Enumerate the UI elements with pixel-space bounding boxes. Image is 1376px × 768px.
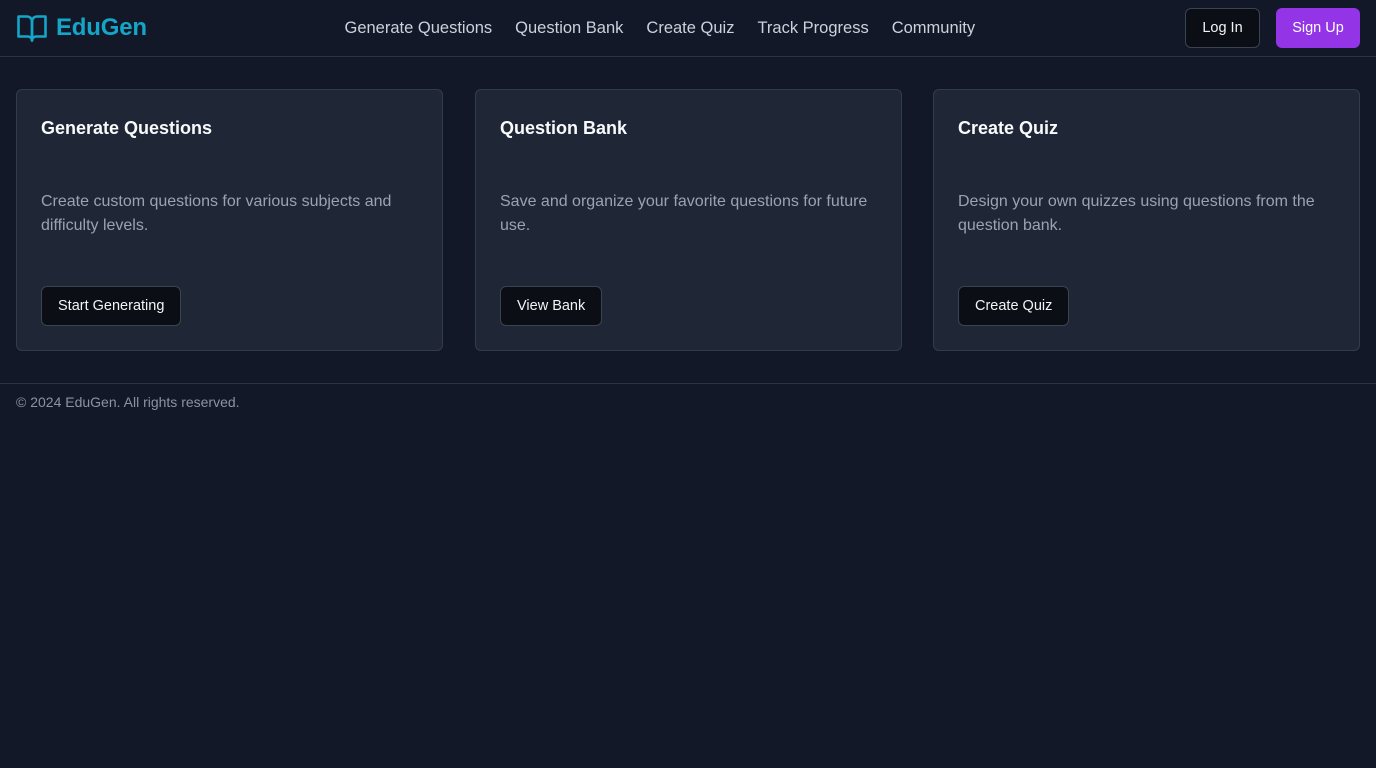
main-nav: Generate Questions Question Bank Create … — [333, 16, 987, 40]
nav-link-track-progress[interactable]: Track Progress — [746, 16, 880, 40]
card-description: Create custom questions for various subj… — [41, 193, 392, 234]
copyright-text: © 2024 EduGen. All rights reserved. — [16, 394, 240, 410]
nav-link-create-quiz[interactable]: Create Quiz — [635, 16, 746, 40]
create-quiz-button[interactable]: Create Quiz — [958, 286, 1070, 326]
nav-link-question-bank[interactable]: Question Bank — [504, 16, 635, 40]
card-title: Question Bank — [500, 118, 628, 138]
nav-link-community[interactable]: Community — [880, 16, 986, 40]
page-footer: © 2024 EduGen. All rights reserved. — [0, 383, 1376, 423]
card-description: Save and organize your favorite question… — [500, 193, 868, 234]
card-description: Design your own quizzes using questions … — [958, 193, 1315, 234]
brand-logo-link[interactable]: EduGen — [16, 13, 147, 43]
card-question-bank: Question Bank Save and organize your fav… — [475, 89, 902, 351]
card-title: Create Quiz — [958, 118, 1059, 138]
brand-name: EduGen — [56, 14, 147, 41]
open-book-icon — [17, 15, 47, 42]
view-bank-button[interactable]: View Bank — [500, 286, 603, 326]
start-generating-button[interactable]: Start Generating — [41, 286, 182, 326]
nav-link-generate-questions[interactable]: Generate Questions — [333, 16, 504, 40]
card-create-quiz: Create Quiz Design your own quizzes usin… — [933, 89, 1360, 351]
signup-button[interactable]: Sign Up — [1276, 8, 1360, 48]
card-title: Generate Questions — [41, 118, 213, 138]
card-generate-questions: Generate Questions Create custom questio… — [16, 89, 443, 351]
top-navbar: EduGen Generate Questions Question Bank … — [0, 0, 1376, 57]
login-button[interactable]: Log In — [1185, 8, 1260, 48]
